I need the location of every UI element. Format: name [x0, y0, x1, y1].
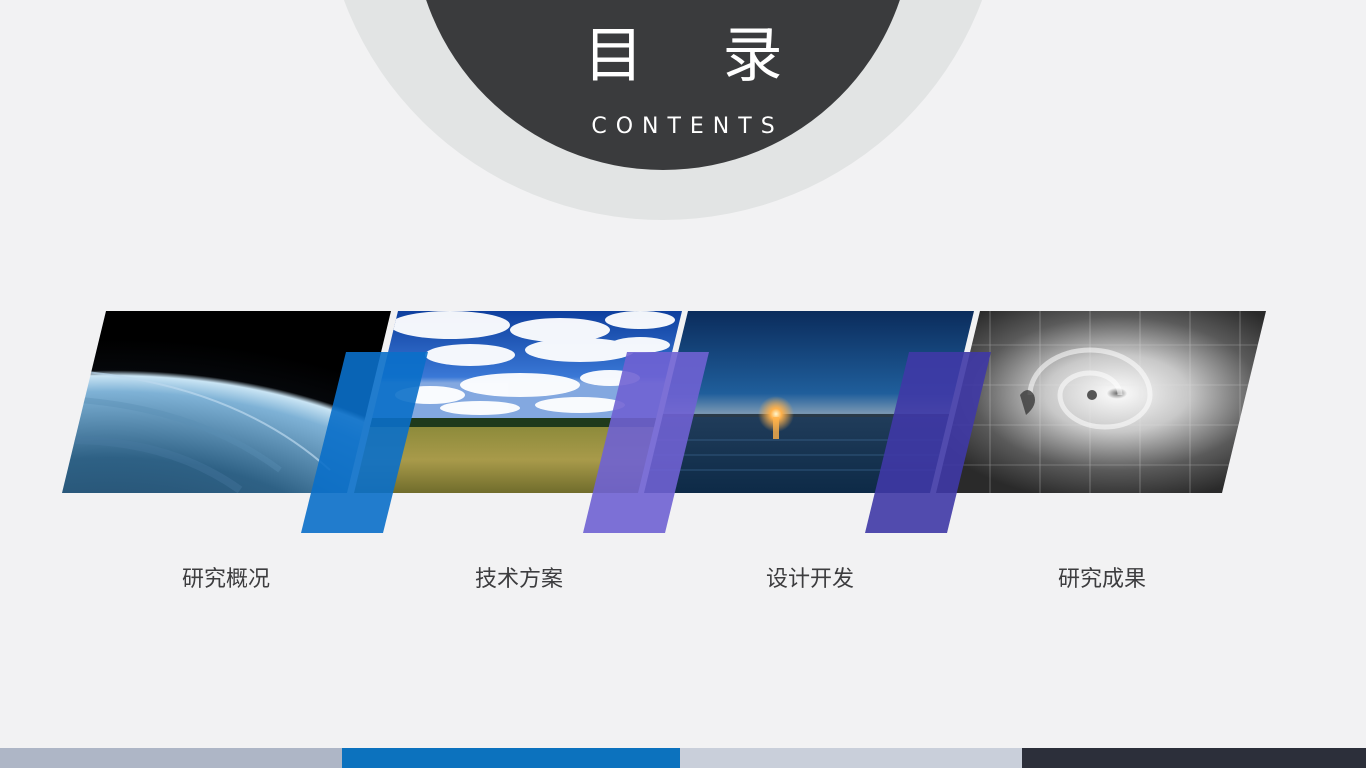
footer-segment-3 — [680, 748, 1022, 768]
section-label-research-results[interactable]: 研究成果 — [982, 565, 1222, 595]
footer-segment-1 — [0, 748, 342, 768]
image-strip — [62, 311, 1266, 533]
slide: 目 录 CONTENTS 研究概况 技术方案 设计开发 研究成果 — [0, 0, 1366, 768]
section-label-technical-plan[interactable]: 技术方案 — [399, 565, 639, 595]
section-label-research-overview[interactable]: 研究概况 — [106, 565, 346, 595]
typhoon-image — [936, 311, 1266, 493]
footer-color-bar — [0, 748, 1366, 768]
footer-segment-4 — [1022, 748, 1366, 768]
section-label-design-development[interactable]: 设计开发 — [690, 565, 930, 595]
footer-segment-2 — [342, 748, 680, 768]
